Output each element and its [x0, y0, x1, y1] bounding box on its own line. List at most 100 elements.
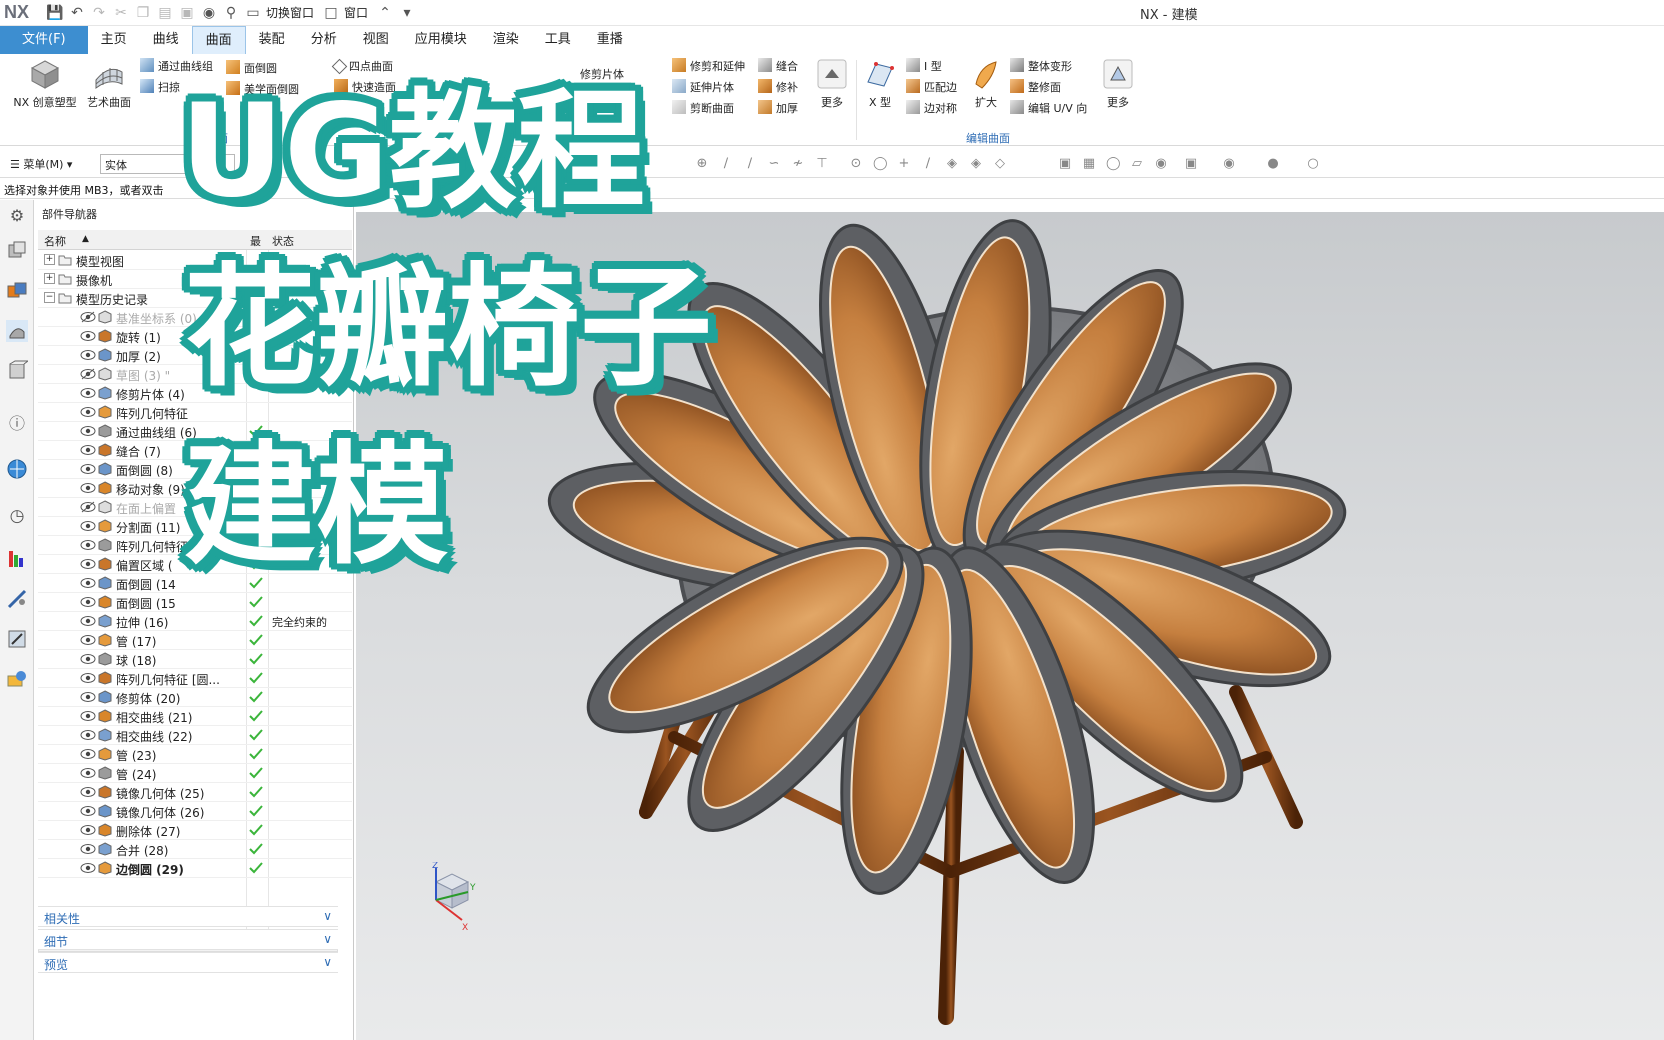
- point-snap-icon[interactable]: ⊕: [695, 157, 709, 171]
- visibility-eye-icon[interactable]: [80, 520, 96, 532]
- feature-row[interactable]: 阵列几何特征 [圆...: [38, 668, 352, 688]
- edge-symmetry-button[interactable]: 边对称: [906, 100, 957, 116]
- tab-application[interactable]: 应用模块: [402, 26, 480, 54]
- feature-row[interactable]: 管 (17): [38, 630, 352, 650]
- redo-icon[interactable]: ↷: [88, 3, 110, 23]
- bounded-grid-icon[interactable]: ◈: [969, 157, 983, 171]
- collapse-toggle-icon[interactable]: −: [44, 292, 55, 303]
- feature-row[interactable]: 管 (24): [38, 763, 352, 783]
- view-triad[interactable]: Z Y X: [418, 862, 478, 932]
- more-button[interactable]: 更多: [812, 58, 852, 110]
- tab-replay[interactable]: 重播: [584, 26, 636, 54]
- visibility-eye-icon[interactable]: [80, 539, 96, 551]
- thicken-button[interactable]: 加厚: [758, 100, 798, 116]
- point-on-curve-icon[interactable]: ∕: [921, 157, 935, 171]
- curve-snap-icon[interactable]: ∽: [767, 157, 781, 171]
- match-edge-button[interactable]: 匹配边: [906, 79, 957, 95]
- save-icon[interactable]: 💾: [44, 3, 66, 23]
- nx-creative-button[interactable]: NX 创意塑型: [10, 58, 80, 110]
- feature-row[interactable]: 合并 (28): [38, 839, 352, 859]
- wcs-icon[interactable]: ○: [1306, 157, 1320, 171]
- tab-tools[interactable]: 工具: [532, 26, 584, 54]
- render-style-icon[interactable]: ◉: [1154, 157, 1168, 171]
- patch-button[interactable]: 修补: [758, 79, 798, 95]
- visibility-eye-icon[interactable]: [80, 653, 96, 665]
- section-view-icon[interactable]: ▣: [1184, 157, 1198, 171]
- trim-face-button[interactable]: 剪断曲面: [672, 100, 734, 116]
- feature-row[interactable]: 阵列几何特征: [38, 402, 352, 422]
- history-clock-icon[interactable]: ◷: [6, 506, 28, 528]
- switch-window-button[interactable]: 切换窗口: [266, 4, 314, 21]
- shaded-sphere-icon[interactable]: ●: [1266, 157, 1280, 171]
- feature-row[interactable]: 相交曲线 (22): [38, 725, 352, 745]
- sweep-button[interactable]: 扫掠: [140, 79, 180, 95]
- quadrant-icon[interactable]: ◯: [873, 157, 888, 171]
- visibility-eye-icon[interactable]: [80, 691, 96, 703]
- trim-extend-button[interactable]: 修剪和延伸: [672, 58, 745, 74]
- feature-row[interactable]: 边倒圆 (29): [38, 858, 352, 878]
- tab-curve[interactable]: 曲线: [140, 26, 192, 54]
- point-on-face-icon[interactable]: ◈: [945, 157, 959, 171]
- customize-arrow-icon[interactable]: ▾: [396, 3, 418, 23]
- visibility-eye-icon[interactable]: [80, 710, 96, 722]
- end-point-icon[interactable]: ∕: [743, 157, 757, 171]
- visibility-eye-icon[interactable]: [80, 862, 96, 874]
- view-fit-icon[interactable]: ▣: [1058, 157, 1072, 171]
- cut-icon[interactable]: ✂: [110, 3, 132, 23]
- through-curves-button[interactable]: 通过曲线组: [140, 58, 213, 74]
- constraint-navigator-icon[interactable]: [6, 280, 28, 302]
- window-menu-button[interactable]: 窗口: [344, 4, 368, 21]
- tab-view[interactable]: 视图: [350, 26, 402, 54]
- shading-icon[interactable]: ◉: [198, 3, 220, 23]
- visibility-eye-icon[interactable]: [80, 368, 96, 380]
- manufacturing-wizard-icon[interactable]: [6, 628, 28, 650]
- sew-button[interactable]: 缝合: [758, 58, 798, 74]
- expand-toggle-icon[interactable]: +: [44, 254, 55, 265]
- sort-ascending-icon[interactable]: ▲: [82, 234, 89, 244]
- visibility-eye-icon[interactable]: [80, 634, 96, 646]
- visibility-eye-icon[interactable]: [80, 596, 96, 608]
- visibility-eye-icon[interactable]: [80, 672, 96, 684]
- expand-toggle-icon[interactable]: +: [44, 273, 55, 284]
- visualization-palette-icon[interactable]: [6, 548, 28, 570]
- visibility-eye-icon[interactable]: [80, 425, 96, 437]
- process-studio-icon[interactable]: [6, 588, 28, 610]
- feature-row[interactable]: 删除体 (27): [38, 820, 352, 840]
- visibility-eye-icon[interactable]: [80, 349, 96, 361]
- feature-row[interactable]: 镜像几何体 (25): [38, 782, 352, 802]
- existing-point-icon[interactable]: +: [897, 157, 911, 171]
- details-panel[interactable]: 细节 ∨: [38, 929, 338, 950]
- visibility-eye-icon[interactable]: [80, 406, 96, 418]
- window-icon[interactable]: □: [320, 3, 342, 23]
- arc-center-icon[interactable]: ⊙: [849, 157, 863, 171]
- extend-sheet-button[interactable]: 延伸片体: [672, 79, 734, 95]
- feature-row[interactable]: 镜像几何体 (26): [38, 801, 352, 821]
- visibility-eye-icon[interactable]: [80, 444, 96, 456]
- visibility-eye-icon[interactable]: [80, 577, 96, 589]
- feature-row[interactable]: 面倒圆 (15: [38, 592, 352, 612]
- more-edit-button[interactable]: 更多: [1098, 58, 1138, 110]
- assembly-navigator-icon[interactable]: [6, 240, 28, 262]
- i-type-button[interactable]: I 型: [906, 58, 942, 74]
- visibility-eye-icon[interactable]: [80, 748, 96, 760]
- visibility-eye-icon[interactable]: [80, 729, 96, 741]
- feature-row[interactable]: 修剪体 (20): [38, 687, 352, 707]
- tab-assembly[interactable]: 装配: [246, 26, 298, 54]
- column-status-header[interactable]: 状态: [272, 233, 294, 249]
- feature-row[interactable]: 球 (18): [38, 649, 352, 669]
- visibility-eye-icon[interactable]: [80, 501, 96, 513]
- enlarge-button[interactable]: 扩大: [966, 58, 1006, 110]
- visibility-eye-icon[interactable]: [80, 805, 96, 817]
- zoom-icon[interactable]: ▦: [1082, 157, 1096, 171]
- column-name-header[interactable]: 名称: [44, 233, 66, 249]
- reuse-library-icon[interactable]: [6, 360, 28, 382]
- tab-surface[interactable]: 曲面: [191, 26, 246, 54]
- layer-icon[interactable]: ◉: [1222, 157, 1236, 171]
- face-blend-button[interactable]: 面倒圆: [226, 60, 277, 76]
- visibility-eye-icon[interactable]: [80, 330, 96, 342]
- visibility-eye-icon[interactable]: [80, 482, 96, 494]
- tab-render[interactable]: 渲染: [480, 26, 532, 54]
- line-snap-icon[interactable]: ∕: [719, 157, 733, 171]
- chevron-up-icon[interactable]: ⌃: [374, 3, 396, 23]
- orient-view-icon[interactable]: ▱: [1130, 157, 1144, 171]
